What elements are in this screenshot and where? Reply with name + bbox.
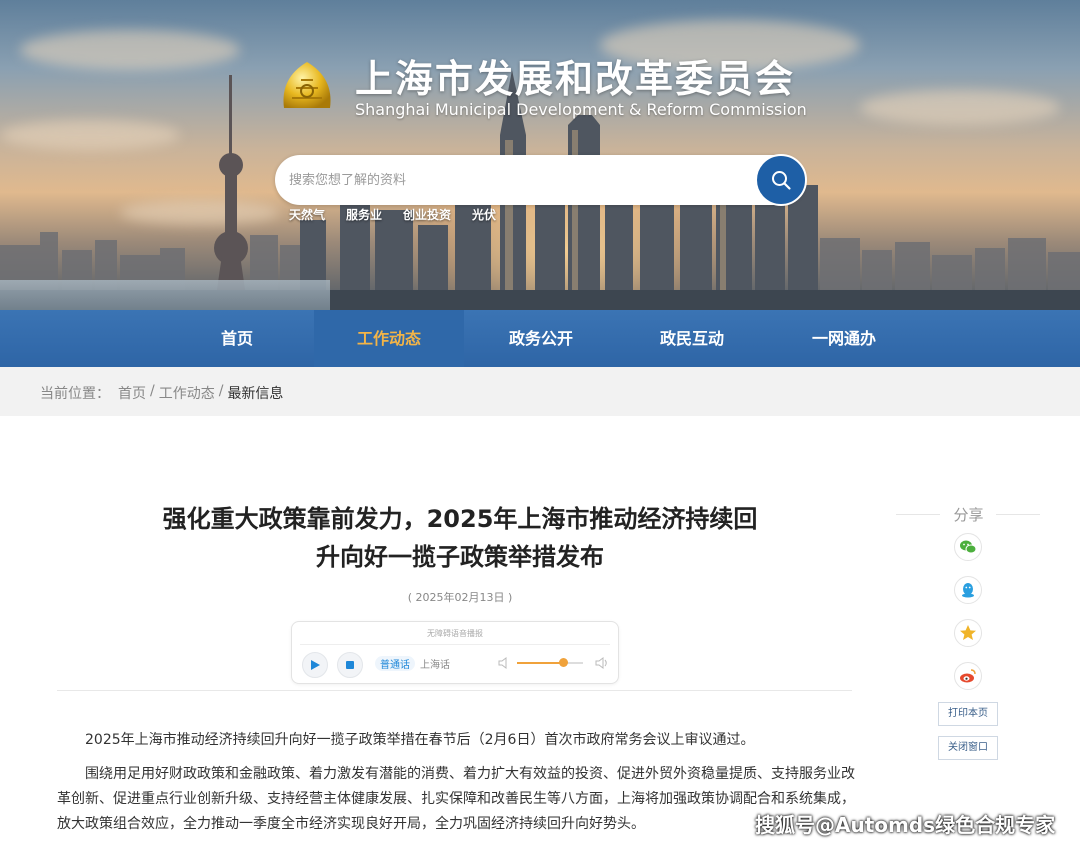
weibo-icon xyxy=(960,669,976,683)
search-input[interactable] xyxy=(289,169,749,191)
nav-item-work-news[interactable]: 工作动态 xyxy=(314,310,464,367)
main-nav: 首页 工作动态 政务公开 政民互动 一网通办 xyxy=(0,310,1080,367)
article-title-line: 强化重大政策靠前发力，2025年上海市推动经济持续回 xyxy=(162,505,758,533)
breadcrumb-link-home[interactable]: 首页 xyxy=(118,383,146,403)
share-weibo-button[interactable] xyxy=(954,662,982,690)
play-button[interactable] xyxy=(302,652,328,678)
article-paragraph: 围绕用足用好财政政策和金融政策、着力激发有潜能的消费、着力扩大有效益的投资、促进… xyxy=(57,766,855,832)
breadcrumb-prefix: 当前位置： xyxy=(40,386,110,402)
audio-player: 无障碍语音播报 xyxy=(291,621,619,684)
article-date: ( 2025年02月13日 ) xyxy=(407,591,513,604)
close-window-button[interactable]: 关闭窗口 xyxy=(938,736,998,760)
nav-item-public-interaction[interactable]: 政民互动 xyxy=(617,310,767,367)
article-paragraph: 2025年上海市推动经济持续回升向好一揽子政策举措在春节后（2月6日）首次市政府… xyxy=(85,732,755,748)
article-title-line: 升向好一揽子政策举措发布 xyxy=(316,543,604,571)
qzone-icon xyxy=(960,625,976,640)
language-toggle: 普通话 上海话 xyxy=(375,654,455,672)
content-divider xyxy=(57,690,852,691)
print-page-button[interactable]: 打印本页 xyxy=(938,702,998,726)
nav-item-home[interactable]: 首页 xyxy=(162,310,312,367)
watermark-text: 搜狐号@Automds绿色合规专家 xyxy=(755,813,1056,837)
search-icon xyxy=(772,171,791,190)
volume-low-icon[interactable] xyxy=(497,656,511,670)
header-banner: 上海市发展和改革委员会 Shanghai Municipal Developme… xyxy=(0,0,1080,310)
audio-player-caption: 无障碍语音播报 xyxy=(427,629,483,638)
breadcrumb-separator: / xyxy=(150,383,155,399)
hot-word-link[interactable]: 创业投资 xyxy=(403,206,451,223)
share-title: 分享 xyxy=(953,506,984,524)
article-title: 强化重大政策靠前发力，2025年上海市推动经济持续回 升向好一揽子政策举措发布 xyxy=(80,500,840,576)
breadcrumb: 当前位置： 首页 / 工作动态 / 最新信息 xyxy=(40,383,283,403)
wechat-icon xyxy=(960,540,977,554)
volume-slider[interactable] xyxy=(517,658,583,667)
play-icon xyxy=(311,660,320,670)
share-wechat-button[interactable] xyxy=(954,533,982,561)
hot-word-link[interactable]: 服务业 xyxy=(346,206,382,223)
share-qq-button[interactable] xyxy=(954,576,982,604)
hot-search-words: 天然气 服务业 创业投资 光伏 xyxy=(289,206,517,223)
site-title: 上海市发展和改革委员会 xyxy=(355,57,796,101)
search-button[interactable] xyxy=(755,154,807,206)
stop-button[interactable] xyxy=(337,652,363,678)
nav-item-one-stop-service[interactable]: 一网通办 xyxy=(769,310,919,367)
share-qzone-button[interactable] xyxy=(954,619,982,647)
stop-icon xyxy=(346,661,354,669)
language-option-mandarin[interactable]: 普通话 xyxy=(375,655,415,671)
volume-slider-fill xyxy=(517,662,564,664)
shanghai-emblem-icon[interactable] xyxy=(276,58,338,116)
volume-high-icon[interactable] xyxy=(594,655,610,671)
hot-word-link[interactable]: 天然气 xyxy=(289,206,325,223)
language-option-shanghainese[interactable]: 上海话 xyxy=(415,656,455,671)
qq-icon xyxy=(962,583,974,598)
breadcrumb-link-work-news[interactable]: 工作动态 xyxy=(159,383,215,403)
site-subtitle: Shanghai Municipal Development & Reform … xyxy=(355,100,807,119)
nav-item-government-affairs[interactable]: 政务公开 xyxy=(466,310,616,367)
hot-word-link[interactable]: 光伏 xyxy=(472,206,496,223)
breadcrumb-bar: 当前位置： 首页 / 工作动态 / 最新信息 xyxy=(0,367,1080,416)
breadcrumb-separator: / xyxy=(218,383,224,399)
breadcrumb-current: 最新信息 xyxy=(227,386,284,402)
search-bar xyxy=(275,154,807,206)
article-body: 2025年上海市推动经济持续回升向好一揽子政策举措在春节后（2月6日）首次市政府… xyxy=(57,728,857,845)
